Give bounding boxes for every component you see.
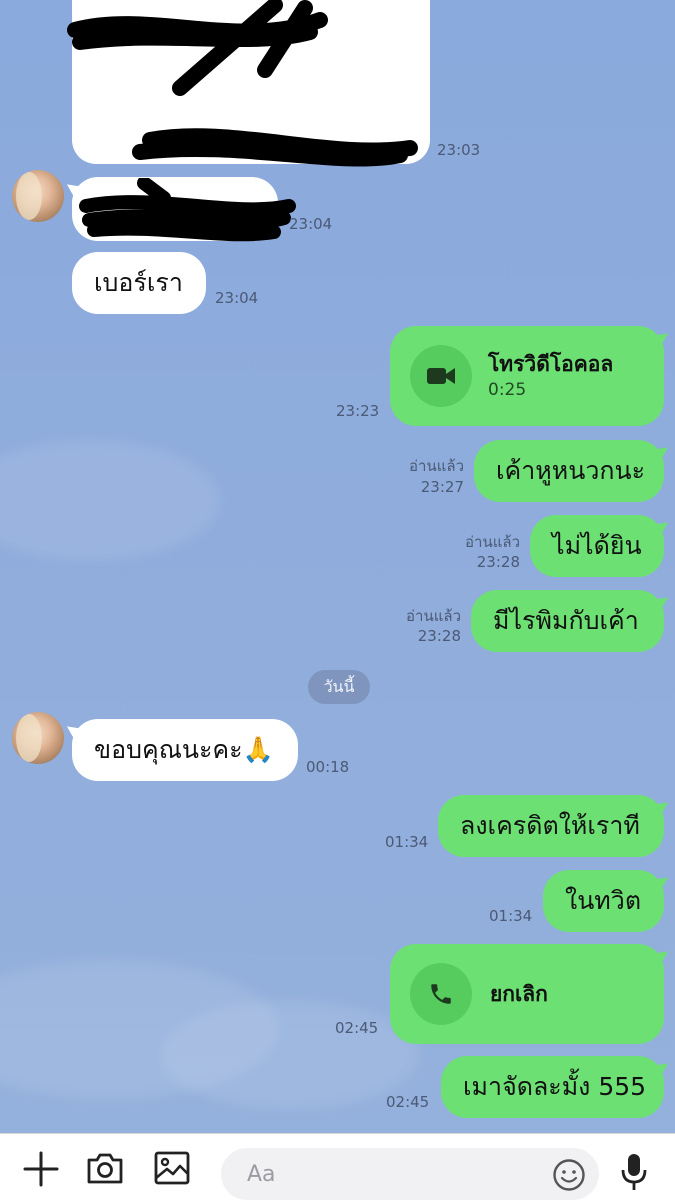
message-time: 02:45: [386, 1093, 430, 1111]
input-placeholder: Aa: [247, 1161, 276, 1187]
cancelled-call-message[interactable]: ยกเลิก: [390, 944, 664, 1044]
video-camera-icon: [410, 345, 472, 407]
cloud-decoration: [160, 1000, 420, 1110]
message-time: 23:27: [420, 478, 464, 496]
message-input-bar: Aa: [0, 1133, 675, 1200]
message-input[interactable]: Aa: [221, 1148, 599, 1200]
emoji-icon[interactable]: [552, 1158, 586, 1192]
message-text: เมาจัดละมั้ง 555: [463, 1072, 647, 1101]
read-receipt: อ่านแล้ว: [406, 607, 461, 625]
read-receipt: อ่านแล้ว: [465, 533, 520, 551]
message-text: เบอร์เรา: [94, 268, 183, 297]
plus-icon[interactable]: [22, 1150, 60, 1188]
message-text: ในทวิต: [565, 886, 642, 915]
outgoing-message[interactable]: เมาจัดละมั้ง 555: [441, 1056, 664, 1118]
redaction-scribble: [79, 178, 296, 242]
read-receipt: อ่านแล้ว: [409, 457, 464, 475]
outgoing-message[interactable]: ในทวิต: [543, 870, 664, 932]
microphone-icon[interactable]: [620, 1152, 648, 1192]
message-text: ลงเครดิตให้เราที: [460, 811, 640, 840]
message-time: 23:28: [476, 553, 520, 571]
message-time: 01:34: [489, 907, 533, 925]
message-time: 23:04: [215, 289, 259, 307]
image-icon[interactable]: [153, 1150, 191, 1186]
outgoing-message[interactable]: ไม่ได้ยิน: [530, 515, 664, 577]
incoming-message[interactable]: ขอบคุณนะคะ🙏: [72, 719, 298, 781]
redaction-scribble: [67, 0, 418, 167]
message-time: 23:03: [437, 141, 481, 159]
chat-area: 23:03 23:04 เบอร์เรา 23:04 โทรวิดีโอคอล …: [0, 0, 675, 1133]
message-time: 00:18: [306, 758, 350, 776]
date-divider: วันนี้: [308, 670, 370, 704]
outgoing-message[interactable]: เค้าหูหนวกนะ: [474, 440, 664, 502]
call-title: โทรวิดีโอคอล: [488, 352, 614, 376]
message-time: 01:34: [385, 833, 429, 851]
call-duration: 0:25: [488, 380, 527, 400]
outgoing-message[interactable]: มีไรพิมกับเค้า: [471, 590, 664, 652]
message-text: มีไรพิมกับเค้า: [493, 606, 639, 635]
message-time: 02:45: [335, 1019, 379, 1037]
call-title: ยกเลิก: [490, 982, 548, 1006]
incoming-message[interactable]: เบอร์เรา: [72, 252, 206, 314]
message-text: ไม่ได้ยิน: [552, 531, 642, 560]
camera-icon[interactable]: [85, 1150, 125, 1186]
message-time: 23:04: [289, 215, 333, 233]
message-time: 23:28: [417, 627, 461, 645]
message-time: 23:23: [336, 402, 380, 420]
video-call-message[interactable]: โทรวิดีโอคอล 0:25: [390, 326, 664, 426]
phone-icon: [410, 963, 472, 1025]
cloud-decoration: [0, 440, 220, 560]
message-text: ขอบคุณนะคะ🙏: [94, 735, 274, 764]
outgoing-message[interactable]: ลงเครดิตให้เราที: [438, 795, 664, 857]
message-text: เค้าหูหนวกนะ: [496, 456, 646, 485]
contact-avatar[interactable]: [12, 170, 64, 222]
contact-avatar[interactable]: [12, 712, 64, 764]
